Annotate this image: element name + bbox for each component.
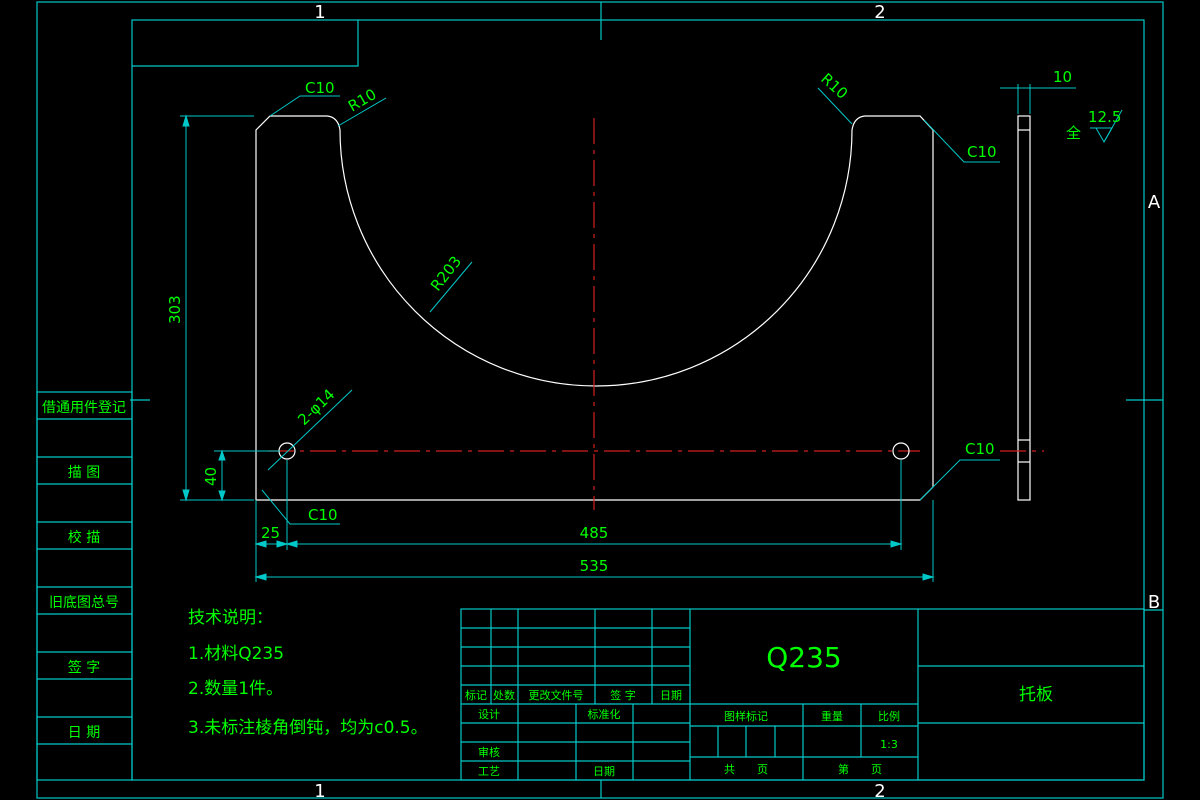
tb-weight: 重量: [821, 709, 843, 723]
grid-top-2: 2: [874, 2, 885, 23]
side-view: [1000, 84, 1123, 501]
side-label-check: 校 描: [68, 529, 100, 546]
tb-rev-sign: 签 字: [610, 688, 636, 702]
dim-chamfer-bottom-left: C10: [308, 506, 338, 524]
side-view-plate: [1017, 115, 1031, 501]
notes-line-1: 1.材料Q235: [188, 644, 284, 664]
side-label-trace: 描 图: [68, 465, 100, 481]
grid-bottom-2: 2: [874, 781, 885, 800]
dim-hole-height: 40: [202, 467, 220, 486]
grid-right-a: A: [1148, 192, 1161, 213]
notes-title: 技术说明：: [188, 608, 273, 628]
tb-drawing-mark: 图样标记: [724, 709, 768, 723]
top-left-box: [132, 20, 359, 67]
dimension-lines: [180, 87, 1000, 582]
side-panel: 借通用件登记 描 图 校 描 旧底图总号 签 字 日 期: [36, 391, 133, 781]
tb-part-name: 托板: [1019, 685, 1053, 705]
dim-edge-offset: 25: [261, 524, 280, 542]
tb-date: 日期: [593, 765, 615, 778]
side-label-old-number: 旧底图总号: [49, 595, 119, 611]
side-panel-box: [36, 391, 133, 781]
dim-hole-spec: 2-φ14: [294, 385, 338, 428]
dim-hole-spacing: 485: [580, 524, 609, 542]
dim-height-total: 303: [166, 295, 184, 324]
dim-width-total: 535: [580, 557, 609, 575]
side-label-sign: 签 字: [68, 659, 100, 676]
tb-design: 设计: [478, 708, 500, 721]
tb-sheet-number: 第 页: [838, 762, 882, 776]
notes-line-3: 3.未标注棱角倒钝，均为c0.5。: [188, 718, 428, 738]
tb-material: Q235: [766, 641, 841, 674]
tb-process: 工艺: [478, 765, 500, 778]
dim-chamfer-bottom-right: C10: [965, 440, 995, 458]
tb-standardization: 标准化: [588, 707, 621, 721]
dim-arc-radius: R203: [427, 253, 465, 295]
grid-bottom-1: 1: [314, 781, 325, 800]
tb-scale-value: 1:3: [880, 738, 898, 751]
dim-fillet-right: R10: [817, 70, 851, 103]
tb-review: 审核: [478, 745, 500, 759]
tb-scale-label: 比例: [878, 709, 900, 723]
side-label-date: 日 期: [68, 725, 100, 741]
roughness-prefix: 全: [1066, 124, 1081, 142]
tb-rev-mark: 标记: [465, 688, 487, 702]
grid-right-b: B: [1148, 592, 1160, 613]
dim-chamfer-top-right: C10: [967, 143, 997, 161]
dim-fillet-left: R10: [345, 85, 380, 115]
side-label-borrow: 借通用件登记: [42, 400, 126, 416]
tb-total-pages: 共 页: [724, 763, 768, 776]
tb-rev-date: 日期: [660, 689, 682, 702]
tb-rev-count: 处数: [493, 689, 515, 702]
drawing-sheet: 1 2 1 2 A B 借通用件登记 描 图 校 描 旧底图总号 签 字 日 期: [36, 1, 1164, 800]
roughness-value: 12.5: [1088, 108, 1121, 126]
grid-top-1: 1: [314, 2, 325, 23]
tb-rev-doc: 更改文件号: [529, 688, 584, 702]
dim-thickness: 10: [1053, 68, 1072, 86]
notes-line-2: 2.数量1件。: [188, 679, 283, 699]
dim-chamfer-top-left: C10: [305, 79, 335, 97]
